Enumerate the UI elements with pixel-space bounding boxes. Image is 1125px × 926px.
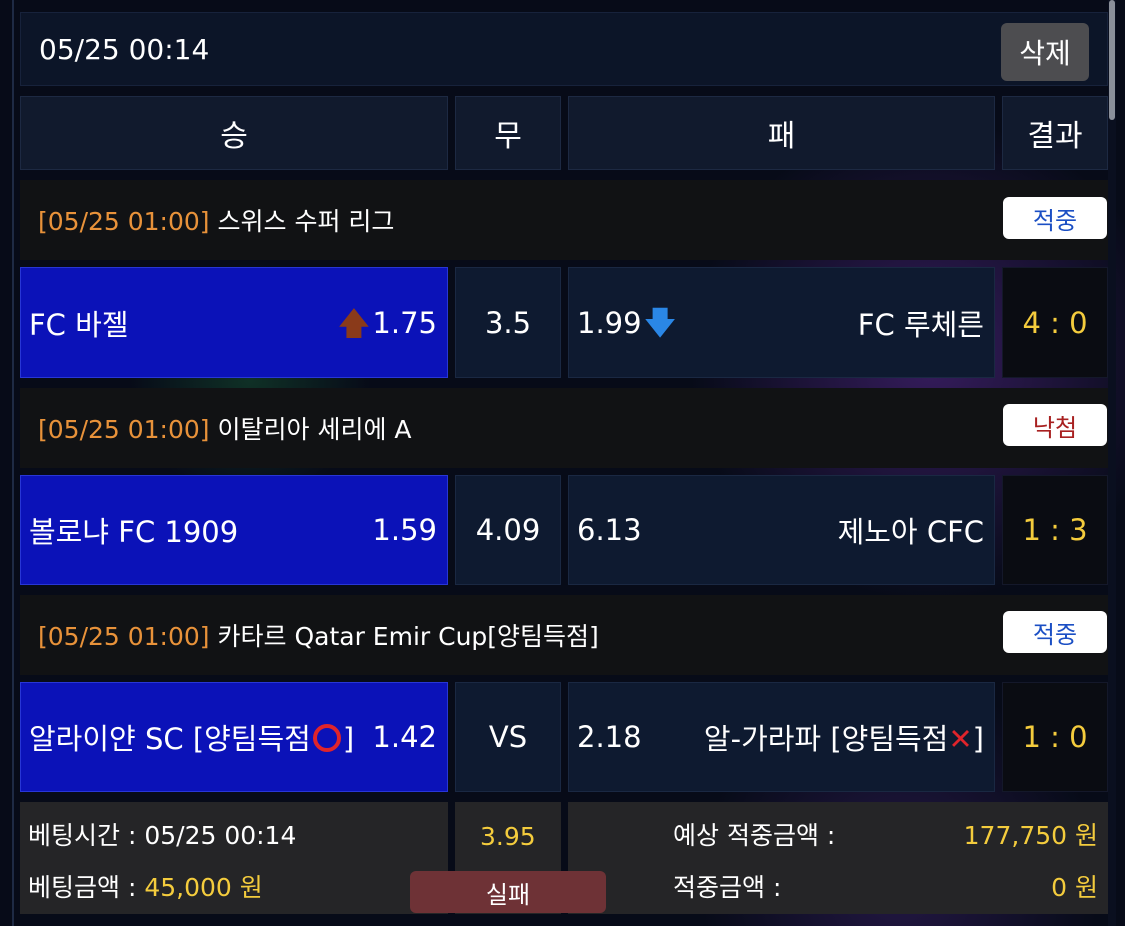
- away-odds: 6.13: [577, 513, 642, 547]
- arrow-up-icon: 🡅: [337, 303, 371, 342]
- home-odds: 1.42: [372, 720, 437, 754]
- away-team-cell[interactable]: 6.13 제노아 CFC: [568, 475, 995, 585]
- status-label: 낙첨: [1032, 413, 1078, 442]
- home-team-name: 볼로냐 FC 1909: [29, 515, 239, 549]
- home-odds: 1.59: [372, 513, 437, 547]
- column-header-win: 승: [20, 96, 448, 170]
- draw-odds: 4.09: [475, 513, 541, 547]
- away-team-cell[interactable]: 2.18 알-가라파 [양팀득점✕]: [568, 682, 995, 792]
- league-name: 이탈리아 세리에 A: [217, 415, 412, 444]
- scrollbar-track[interactable]: [1108, 0, 1116, 926]
- column-header-result: 결과: [1002, 96, 1108, 170]
- home-team-name: FC 바젤: [29, 307, 129, 342]
- circle-o-icon: [312, 724, 341, 752]
- league-time: [05/25 01:00]: [38, 207, 210, 236]
- home-team-cell[interactable]: FC 바젤 🡅 1.75: [20, 267, 448, 378]
- status-label: 적중: [1032, 206, 1078, 235]
- away-odds: 2.18: [577, 720, 642, 754]
- scrollbar-thumb[interactable]: [1109, 0, 1115, 120]
- payout-panel: 예상 적중금액 : 177,750 원 적중금액 : 0 원: [568, 802, 1108, 914]
- total-odds: 3.95: [480, 822, 536, 851]
- home-team-name: 알라이얀 SC [양팀득점: [29, 722, 311, 756]
- home-team-suffix: ]: [342, 722, 355, 756]
- away-odds: 1.99: [577, 305, 642, 340]
- league-row: [05/25 01:00] 이탈리아 세리에 A 낙첨: [20, 388, 1108, 468]
- bet-time-value: 05/25 00:14: [144, 821, 297, 850]
- bet-info-panel: 베팅시간 : 05/25 00:14 베팅금액 : 45,000 원: [20, 802, 448, 914]
- draw-cell[interactable]: VS: [455, 682, 561, 792]
- score: 1 : 0: [1022, 720, 1088, 754]
- bet-amount-value: 45,000 원: [144, 873, 263, 902]
- column-header-draw: 무: [455, 96, 561, 170]
- home-team-cell[interactable]: 알라이얀 SC [양팀득점] 1.42: [20, 682, 448, 792]
- league-name: 스위스 수퍼 리그: [217, 207, 395, 236]
- draw-odds: 3.5: [484, 305, 532, 340]
- status-badge: 적중: [1003, 611, 1107, 653]
- expected-win-amount: 177,750 원: [963, 821, 1098, 850]
- league-time: [05/25 01:00]: [38, 415, 210, 444]
- score: 1 : 3: [1022, 513, 1088, 547]
- score: 4 : 0: [1022, 305, 1088, 340]
- arrow-down-icon: 🡇: [643, 303, 677, 342]
- away-team-name: 제노아 CFC: [837, 515, 984, 549]
- bet-slip-header: 05/25 00:14 삭제: [20, 12, 1108, 86]
- won-amount-label: 적중금액 :: [673, 873, 782, 902]
- status-label: 적중: [1032, 620, 1078, 649]
- league-row: [05/25 01:00] 카타르 Qatar Emir Cup[양팀득점] 적…: [20, 595, 1108, 675]
- won-amount: 0 원: [1051, 873, 1098, 902]
- league-name: 카타르 Qatar Emir Cup[양팀득점]: [217, 622, 599, 651]
- score-cell: 1 : 3: [1002, 475, 1108, 585]
- delete-button[interactable]: 삭제: [1001, 23, 1089, 81]
- bet-amount-label: 베팅금액 :: [28, 873, 145, 902]
- column-header-lose: 패: [568, 96, 995, 170]
- result-fail-badge: 실패: [410, 871, 606, 913]
- away-team-name: FC 루체른: [857, 307, 984, 342]
- league-row: [05/25 01:00] 스위스 수퍼 리그 적중: [20, 180, 1108, 260]
- score-cell: 1 : 0: [1002, 682, 1108, 792]
- home-odds: 1.75: [372, 305, 437, 340]
- home-team-cell[interactable]: 볼로냐 FC 1909 1.59: [20, 475, 448, 585]
- draw-cell[interactable]: 3.5: [455, 267, 561, 378]
- left-divider: [12, 0, 14, 926]
- draw-cell[interactable]: 4.09: [455, 475, 561, 585]
- bet-datetime: 05/25 00:14: [39, 33, 210, 66]
- away-team-cell[interactable]: 1.99 🡇 FC 루체른: [568, 267, 995, 378]
- draw-odds: VS: [488, 720, 528, 754]
- expected-win-label: 예상 적중금액 :: [673, 821, 836, 850]
- score-cell: 4 : 0: [1002, 267, 1108, 378]
- away-team-suffix: ]: [972, 722, 984, 756]
- league-time: [05/25 01:00]: [38, 622, 210, 651]
- status-badge: 적중: [1003, 197, 1107, 239]
- away-team-name: 알-가라파 [양팀득점: [703, 722, 949, 756]
- cross-x-icon: ✕: [948, 722, 973, 756]
- status-badge: 낙첨: [1003, 404, 1107, 446]
- bet-time-label: 베팅시간 :: [28, 821, 145, 850]
